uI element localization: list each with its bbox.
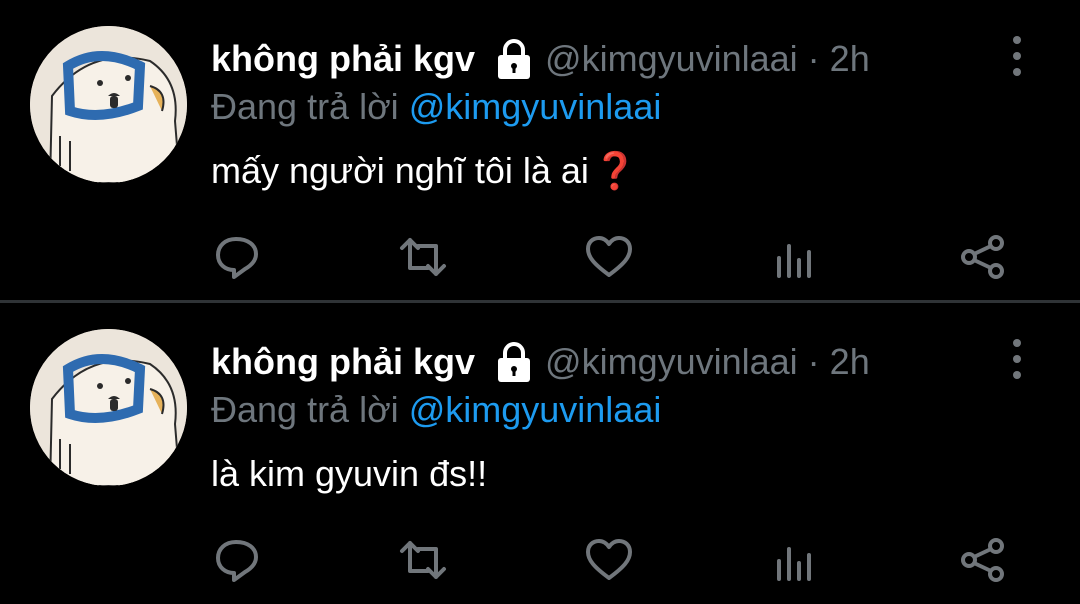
reply-handle-link[interactable]: @kimgyuvinlaai: [409, 389, 662, 430]
tweet[interactable]: không phải kgv @kimgyuvinlaai · 2h Đang …: [0, 303, 1080, 603]
lock-icon: [495, 38, 533, 80]
like-icon[interactable]: [584, 232, 634, 282]
question-emoji: ❓: [592, 150, 638, 191]
reply-context: Đang trả lời @kimgyuvinlaai: [211, 86, 661, 130]
reply-prefix: Đang trả lời: [211, 86, 399, 127]
analytics-icon[interactable]: [770, 232, 820, 282]
tweet-text-content: mấy người nghĩ tôi là ai: [211, 150, 589, 191]
reply-icon[interactable]: [212, 535, 262, 585]
avatar[interactable]: [30, 329, 187, 486]
more-icon[interactable]: [1004, 339, 1030, 379]
handle[interactable]: @kimgyuvinlaai: [545, 38, 798, 80]
reply-context: Đang trả lời @kimgyuvinlaai: [211, 389, 661, 433]
tweet-text: là kim gyuvin đs!!: [211, 453, 487, 499]
share-icon[interactable]: [958, 232, 1008, 282]
lock-icon: [495, 341, 533, 383]
timestamp[interactable]: 2h: [830, 341, 870, 383]
tweet-header: không phải kgv @kimgyuvinlaai · 2h: [211, 36, 870, 82]
more-icon[interactable]: [1004, 36, 1030, 76]
tweet-header: không phải kgv @kimgyuvinlaai · 2h: [211, 339, 870, 385]
timestamp[interactable]: 2h: [830, 38, 870, 80]
avatar[interactable]: [30, 26, 187, 183]
reply-prefix: Đang trả lời: [211, 389, 399, 430]
retweet-icon[interactable]: [398, 535, 448, 585]
share-icon[interactable]: [958, 535, 1008, 585]
reply-icon[interactable]: [212, 232, 262, 282]
retweet-icon[interactable]: [398, 232, 448, 282]
display-name[interactable]: không phải kgv: [211, 341, 475, 383]
handle[interactable]: @kimgyuvinlaai: [545, 341, 798, 383]
separator: ·: [807, 38, 820, 79]
analytics-icon[interactable]: [770, 535, 820, 585]
tweet[interactable]: không phải kgv @kimgyuvinlaai · 2h Đang …: [0, 0, 1080, 303]
tweet-text: mấy người nghĩ tôi là ai ❓: [211, 150, 638, 196]
like-icon[interactable]: [584, 535, 634, 585]
separator: ·: [807, 341, 820, 382]
display-name[interactable]: không phải kgv: [211, 38, 475, 80]
tweet-text-content: là kim gyuvin đs!!: [211, 453, 488, 494]
reply-handle-link[interactable]: @kimgyuvinlaai: [409, 86, 662, 127]
